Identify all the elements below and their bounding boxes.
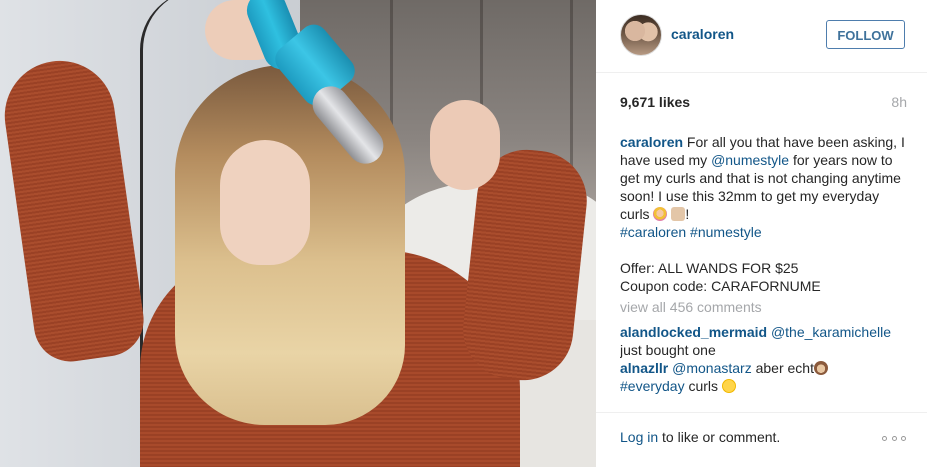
comment-mention[interactable]: @the_karamichelle [771,324,891,340]
comment-text: aber echt [751,360,814,376]
more-options-icon[interactable] [882,433,906,443]
login-prompt: Log in to like or comment. [620,429,781,445]
coupon-line: Coupon code: CARAFORNUME [620,278,821,294]
username-link[interactable]: caraloren [671,26,734,42]
likes-count[interactable]: 9,671 likes [620,94,690,110]
post-photo[interactable] [0,0,596,467]
comment-item: alnazllr @monastarz aber echt #everyday … [620,359,910,395]
caption: caraloren For all you that have been ask… [620,134,905,240]
comment-text: curls [684,378,722,394]
post-header: caraloren FOLLOW [596,0,927,73]
hashtag-caraloren[interactable]: #caraloren [620,224,686,240]
caption-username[interactable]: caraloren [620,134,683,150]
comment-username[interactable]: alandlocked_mermaid [620,324,767,340]
smile-emoji [721,379,736,393]
view-all-comments-link[interactable]: view all 456 comments [620,298,910,316]
comment-username[interactable]: alnazllr [620,360,668,376]
avatar[interactable] [620,14,662,56]
hair-salon-emoji [653,207,668,221]
comment-list: caraloren For all you that have been ask… [620,133,910,405]
post-sidebar: caraloren FOLLOW 9,671 likes 8h caralore… [596,0,927,467]
offer-line: Offer: ALL WANDS FOR $25 [620,260,799,276]
comment-text: just bought one [620,342,716,358]
instagram-post: caraloren FOLLOW 9,671 likes 8h caralore… [0,0,927,467]
skin-tone-emoji [671,207,686,221]
post-time[interactable]: 8h [891,94,907,110]
comment-item: alandlocked_mermaid @the_karamichelle ju… [620,323,910,359]
see-no-evil-monkey-emoji [813,361,828,375]
left-arm [0,53,149,367]
post-stats: 9,671 likes 8h [620,94,907,114]
login-link[interactable]: Log in [620,429,658,445]
face [220,140,310,265]
comment-mention[interactable]: @monastarz [672,360,752,376]
caption-mention[interactable]: @numestyle [711,152,789,168]
hand-holding-curl [430,100,500,190]
hashtag-numestyle[interactable]: #numestyle [690,224,762,240]
comment-hashtag[interactable]: #everyday [620,378,685,394]
post-footer: Log in to like or comment. [596,412,927,468]
follow-button[interactable]: FOLLOW [826,20,905,49]
